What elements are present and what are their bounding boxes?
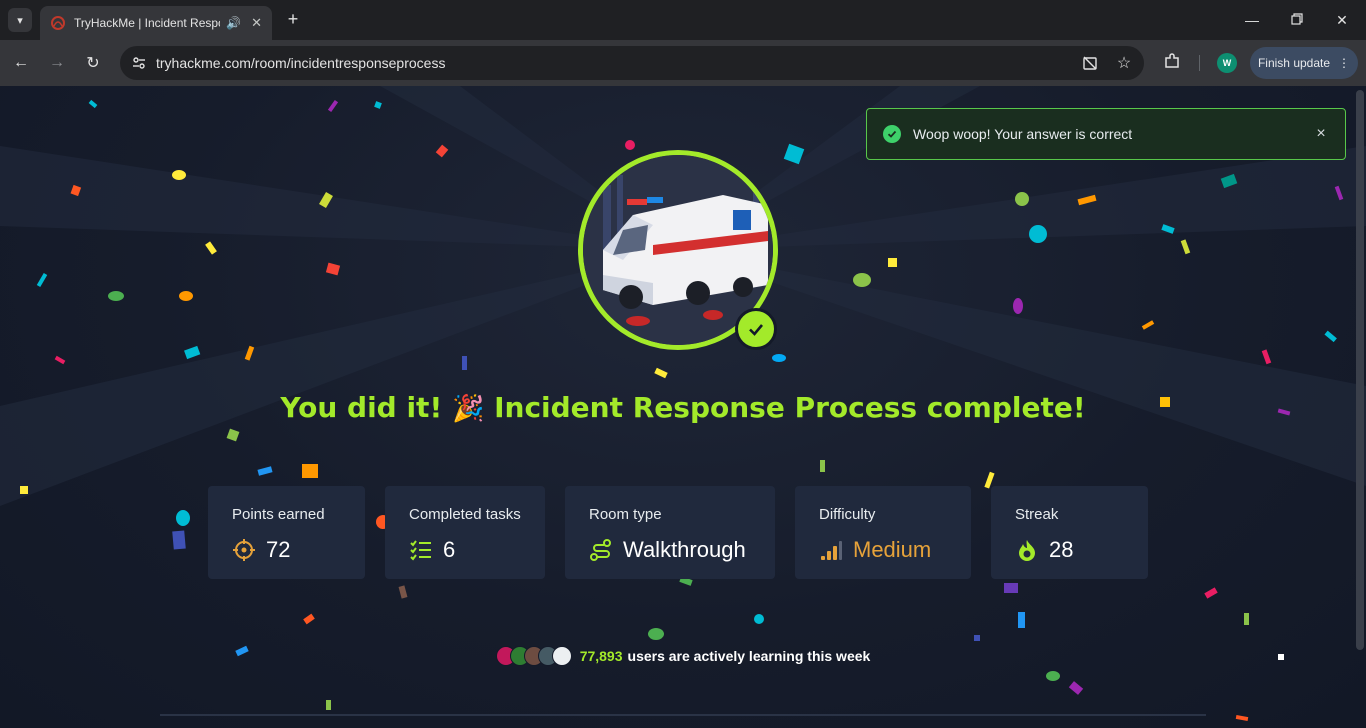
completed-tasks-value: 6 bbox=[443, 537, 456, 562]
toolbar-divider bbox=[1199, 55, 1200, 71]
route-icon bbox=[589, 538, 613, 562]
checklist-icon bbox=[409, 538, 433, 562]
toast-message: Woop woop! Your answer is correct bbox=[913, 126, 1133, 142]
difficulty-value: Medium bbox=[853, 537, 932, 562]
speaker-icon[interactable]: 🔊 bbox=[226, 16, 241, 30]
close-tab-icon[interactable]: ✕ bbox=[251, 15, 262, 31]
difficulty-card: Difficulty Medium bbox=[795, 486, 971, 579]
browser-tab[interactable]: TryHackMe | Incident Response Process 🔊 … bbox=[40, 6, 272, 40]
active-learners: 77,893 users are actively learning this … bbox=[0, 646, 1366, 666]
plus-icon: + bbox=[287, 8, 299, 29]
flame-icon bbox=[1015, 538, 1039, 562]
finish-update-label: Finish update bbox=[1257, 56, 1331, 70]
party-popper-icon: 🎉 bbox=[451, 394, 485, 424]
new-tab-button[interactable]: + bbox=[282, 8, 304, 30]
points-earned-value: 72 bbox=[266, 537, 291, 562]
avatar bbox=[551, 646, 572, 666]
restore-button[interactable] bbox=[1285, 8, 1309, 32]
headline-before: You did it! bbox=[280, 391, 443, 424]
streak-value: 28 bbox=[1049, 537, 1074, 562]
completion-headline: You did it! 🎉 Incident Response Process … bbox=[0, 391, 1366, 424]
points-earned-card: Points earned 72 bbox=[208, 486, 365, 579]
section-divider bbox=[160, 714, 1206, 716]
profile-avatar[interactable]: W bbox=[1217, 53, 1237, 73]
completed-tasks-label: Completed tasks bbox=[409, 506, 521, 523]
learners-count: 77,893 bbox=[579, 648, 623, 664]
minimize-icon: — bbox=[1245, 12, 1259, 28]
tab-strip: ▾ TryHackMe | Incident Response Process … bbox=[0, 0, 1366, 40]
close-window-button[interactable]: ✕ bbox=[1330, 8, 1354, 32]
headline-after: Incident Response Process complete! bbox=[494, 391, 1086, 424]
difficulty-label: Difficulty bbox=[819, 506, 876, 523]
chevron-down-icon: ▾ bbox=[17, 14, 23, 27]
tryhackme-favicon-icon bbox=[50, 15, 66, 31]
tab-search-button[interactable]: ▾ bbox=[8, 8, 32, 32]
page-scrollbar[interactable] bbox=[1356, 90, 1364, 650]
target-icon bbox=[232, 538, 256, 562]
points-earned-label: Points earned bbox=[232, 506, 325, 523]
tab-title: TryHackMe | Incident Response Process bbox=[74, 16, 220, 30]
star-bookmark-icon[interactable]: ☆ bbox=[1112, 51, 1136, 75]
finish-update-button[interactable]: Finish update ⋮ bbox=[1250, 47, 1358, 79]
address-bar[interactable]: tryhackme.com/room/incidentresponseproce… bbox=[120, 46, 1144, 80]
extensions-button[interactable] bbox=[1160, 51, 1184, 75]
back-button[interactable]: ← bbox=[8, 50, 34, 76]
arrow-right-icon: → bbox=[49, 54, 65, 71]
room-type-label: Room type bbox=[589, 506, 662, 523]
room-complete-page: Woop woop! Your answer is correct × You … bbox=[0, 86, 1366, 728]
completed-tasks-card: Completed tasks 6 bbox=[385, 486, 545, 579]
reload-icon: ↻ bbox=[86, 55, 100, 72]
room-type-value: Walkthrough bbox=[623, 537, 746, 562]
minimize-button[interactable]: — bbox=[1240, 8, 1264, 32]
reload-button[interactable]: ↻ bbox=[80, 50, 106, 76]
restore-icon bbox=[1291, 12, 1303, 28]
room-type-card: Room type Walkthrough bbox=[565, 486, 775, 579]
success-toast: Woop woop! Your answer is correct × bbox=[866, 108, 1346, 160]
no-tracking-icon[interactable] bbox=[1078, 51, 1102, 75]
browser-toolbar: ← → ↻ tryhackme.com/room/incidentrespons… bbox=[0, 40, 1366, 86]
signal-bars-icon bbox=[819, 538, 843, 562]
completed-checkmark-icon bbox=[735, 308, 777, 350]
more-vert-icon: ⋮ bbox=[1338, 56, 1351, 70]
toast-close-icon[interactable]: × bbox=[1313, 125, 1329, 143]
url-text[interactable]: tryhackme.com/room/incidentresponseproce… bbox=[156, 55, 445, 71]
puzzle-icon bbox=[1163, 52, 1181, 75]
check-circle-icon bbox=[883, 125, 901, 143]
arrow-left-icon: ← bbox=[13, 54, 29, 71]
forward-button[interactable]: → bbox=[44, 50, 70, 76]
site-info-icon[interactable] bbox=[122, 46, 156, 80]
learner-avatars bbox=[495, 646, 572, 666]
streak-card: Streak 28 bbox=[991, 486, 1148, 579]
streak-label: Streak bbox=[1015, 506, 1059, 523]
learners-text: users are actively learning this week bbox=[627, 648, 871, 664]
close-icon: ✕ bbox=[1336, 11, 1348, 28]
